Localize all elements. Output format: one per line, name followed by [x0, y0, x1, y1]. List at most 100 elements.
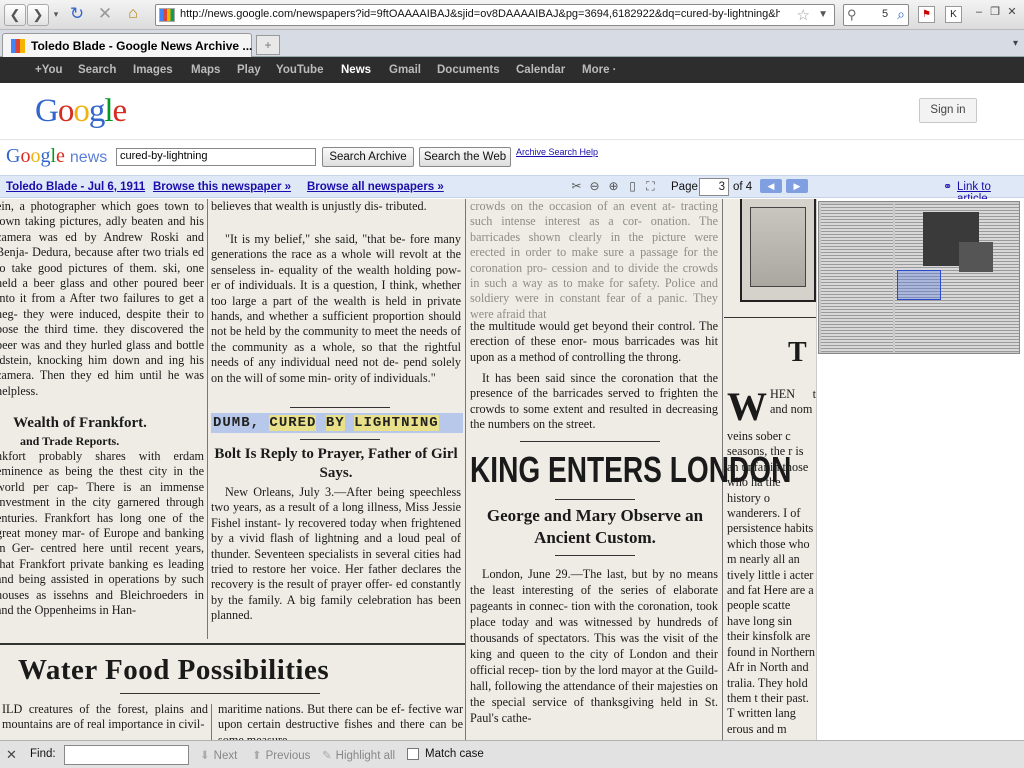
- page-number-input[interactable]: 3: [699, 178, 729, 196]
- gbar-youtube[interactable]: YouTube: [276, 64, 323, 76]
- back-icon[interactable]: ❮: [4, 4, 26, 26]
- tab-bar: Toledo Blade - Google News Archive ... +…: [0, 30, 1024, 57]
- tab-toledo-blade[interactable]: Toledo Blade - Google News Archive ...: [2, 33, 252, 57]
- drop-cap: W: [727, 384, 767, 429]
- search-engine-icon[interactable]: ⚲: [847, 7, 857, 23]
- google-news-logo[interactable]: Google news: [6, 145, 107, 168]
- page-label: Page: [671, 181, 698, 193]
- gbar-calendar[interactable]: Calendar: [516, 64, 565, 76]
- next-page-icon[interactable]: ▶: [786, 179, 808, 193]
- coronation-article-faded-text: crowds on the occasion of an event at- t…: [470, 199, 718, 319]
- column-4-top-text: HEN t and nom: [770, 387, 816, 417]
- water-article-col1: ILD creatures of the forest, plains and …: [2, 702, 208, 732]
- highlighted-word-lightning: LIGHTNING: [354, 415, 439, 431]
- home-icon[interactable]: ⌂: [122, 4, 144, 26]
- gbar-documents[interactable]: Documents: [437, 64, 500, 76]
- minimize-icon[interactable]: –: [972, 6, 986, 20]
- cured-by-lightning-headline[interactable]: DUMB, CURED BY LIGHTNING: [211, 413, 463, 433]
- fullscreen-icon[interactable]: ⛶: [643, 180, 658, 194]
- browse-all-link[interactable]: Browse all newspapers »: [307, 181, 444, 193]
- article-divider: [724, 317, 816, 318]
- previous-page-icon[interactable]: ◀: [760, 179, 782, 193]
- section-divider: [0, 643, 465, 645]
- up-arrow-icon: ⬆: [252, 750, 262, 762]
- gbar-news[interactable]: News: [341, 64, 371, 76]
- addon-k-icon[interactable]: K: [945, 6, 962, 23]
- reload-icon[interactable]: ↻: [66, 4, 88, 26]
- link-chain-icon: ⚭: [943, 181, 953, 193]
- highlight-all-label: Highlight all: [335, 750, 396, 762]
- thumbnail-photo: [959, 242, 993, 272]
- header-divider: [0, 139, 1024, 140]
- frankfort-article-text: nkfort probably shares with erdam eminen…: [0, 449, 204, 618]
- gbar-search[interactable]: Search: [78, 64, 116, 76]
- search-archive-button[interactable]: Search Archive: [322, 147, 414, 167]
- close-find-bar-icon[interactable]: ✕: [6, 747, 17, 763]
- google-bar: +You Search Images Maps Play YouTube New…: [0, 57, 1024, 83]
- column-4-text: veins sober c seasons, the r is an unfai…: [727, 429, 816, 736]
- paper-date-link[interactable]: Toledo Blade - Jul 6, 1911: [6, 181, 145, 193]
- wealth-article-quote: "It is my belief," she said, "that be- f…: [211, 232, 461, 385]
- gbar-more[interactable]: More ·: [582, 64, 617, 76]
- highlighted-word-cured: CURED: [269, 415, 317, 431]
- gbar-maps[interactable]: Maps: [191, 64, 220, 76]
- article-divider: [555, 499, 635, 500]
- king-enters-london-headline: KING ENTERS LONDON: [470, 449, 792, 490]
- highlight-all-button[interactable]: ✎ Highlight all: [322, 748, 395, 762]
- close-window-icon[interactable]: ✕: [1005, 6, 1019, 20]
- addon-icon[interactable]: ⚑: [918, 6, 935, 23]
- tab-list-icon[interactable]: ▾: [1013, 38, 1018, 49]
- url-dropdown-icon[interactable]: ▼: [818, 9, 828, 20]
- browser-search-box[interactable]: ⚲ 5 ⌕: [843, 4, 909, 26]
- history-dropdown-icon[interactable]: ▾: [50, 4, 62, 26]
- fit-page-icon[interactable]: ▯: [625, 180, 640, 194]
- article-divider: [120, 693, 320, 694]
- article-divider: [290, 407, 390, 408]
- match-case-label: Match case: [425, 748, 484, 760]
- gbar-play[interactable]: Play: [237, 64, 261, 76]
- archive-search-help-link[interactable]: Archive Search Help: [516, 147, 598, 157]
- thumbnail-page-left: [821, 204, 893, 352]
- find-input[interactable]: [64, 745, 189, 765]
- sign-in-button[interactable]: Sign in: [919, 98, 977, 123]
- restore-icon[interactable]: ❐: [988, 6, 1002, 20]
- search-web-button[interactable]: Search the Web: [419, 147, 511, 167]
- bookmark-star-icon[interactable]: ☆: [797, 6, 810, 24]
- newspaper-page-image[interactable]: ein, a photographer which goes town to t…: [0, 199, 816, 740]
- lightning-subheadline: Bolt Is Reply to Prayer, Father of Girl …: [214, 446, 458, 481]
- stop-icon[interactable]: ✕: [94, 4, 116, 26]
- forward-icon[interactable]: ❯: [27, 4, 49, 26]
- trade-reports-subheading: and Trade Reports.: [20, 434, 120, 448]
- clip-tool-icon[interactable]: ✂: [569, 180, 584, 194]
- zoom-out-icon[interactable]: ⊖: [587, 180, 602, 194]
- browse-paper-link[interactable]: Browse this newspaper »: [153, 181, 291, 193]
- down-arrow-icon: ⬇: [200, 750, 210, 762]
- site-favicon-icon: [159, 8, 175, 22]
- water-food-headline: Water Food Possibilities: [18, 654, 330, 686]
- google-logo[interactable]: Google: [35, 93, 127, 130]
- find-previous-button[interactable]: ⬆ Previous: [252, 748, 310, 762]
- search-go-icon[interactable]: ⌕: [897, 6, 905, 23]
- find-previous-label: Previous: [265, 750, 311, 762]
- browser-search-value[interactable]: 5: [882, 8, 888, 20]
- new-tab-button[interactable]: +: [256, 35, 280, 55]
- coronation-article-text: the multitude would get beyond their con…: [470, 319, 718, 364]
- thumbnail-view-selector[interactable]: [897, 270, 941, 300]
- address-url[interactable]: http://news.google.com/newspapers?id=9ft…: [180, 8, 780, 20]
- gbar-you[interactable]: +You: [35, 64, 63, 76]
- wealth-article-top: believes that wealth is unjustly dis- tr…: [211, 199, 427, 213]
- headline-prefix: DUMB,: [213, 415, 270, 431]
- find-next-button[interactable]: ⬇ Next: [200, 748, 237, 762]
- gbar-images[interactable]: Images: [133, 64, 173, 76]
- zoom-in-icon[interactable]: ⊕: [606, 180, 621, 194]
- water-article-col2: maritime nations. But there can be ef- f…: [218, 702, 463, 740]
- article-divider: [555, 555, 635, 556]
- tab-title: Toledo Blade - Google News Archive ...: [31, 39, 253, 53]
- gbar-gmail[interactable]: Gmail: [389, 64, 421, 76]
- tab-favicon-icon: [11, 39, 25, 53]
- address-bar[interactable]: http://news.google.com/newspapers?id=9ft…: [155, 4, 835, 26]
- archive-search-input[interactable]: cured-by-lightning: [116, 148, 316, 166]
- match-case-checkbox[interactable]: [407, 748, 419, 760]
- news-label: news: [69, 149, 108, 166]
- article-divider: [520, 441, 660, 442]
